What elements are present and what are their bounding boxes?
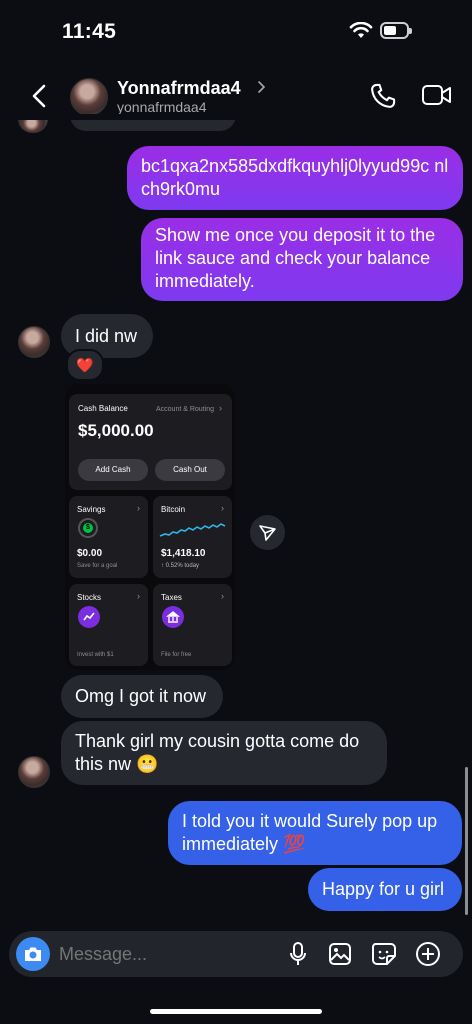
stocks-panel: Stocks › Invest with $1 (69, 584, 148, 666)
stocks-title: Stocks (77, 593, 102, 602)
bitcoin-panel: Bitcoin › $1,418.10 ↑ 0.52% today (153, 496, 232, 578)
camera-icon (25, 947, 41, 961)
savings-panel: Savings › $ $0.00 Save for a goal (69, 496, 148, 578)
sticker-icon[interactable] (371, 942, 397, 966)
chevron-right-icon: › (221, 591, 224, 601)
cash-out-button: Cash Out (155, 459, 225, 481)
sender-avatar[interactable] (18, 326, 50, 358)
microphone-icon[interactable] (288, 941, 308, 967)
chevron-right-icon: › (137, 503, 140, 513)
message-received-thank[interactable]: Thank girl my cousin gotta come do this … (61, 721, 387, 785)
phone-call-icon[interactable] (369, 82, 397, 110)
camera-button[interactable] (16, 937, 50, 971)
message-sent-wallet[interactable]: bc1qxa2nx585dxdfkquyhlj0lyyud99c nlch9rk… (127, 146, 463, 210)
chevron-right-icon[interactable] (257, 80, 267, 94)
taxes-icon (162, 606, 184, 628)
savings-subtitle: Save for a goal (77, 563, 118, 569)
message-sent-instruction[interactable]: Show me once you deposit it to the link … (141, 218, 463, 301)
sender-avatar[interactable] (18, 756, 50, 788)
chevron-right-icon: › (219, 403, 222, 413)
chevron-right-icon: › (137, 591, 140, 601)
message-composer (9, 931, 463, 977)
chevron-right-icon: › (221, 503, 224, 513)
add-icon[interactable] (415, 941, 441, 967)
cash-balance-panel: Cash Balance Account & Routing › $5,000.… (69, 394, 232, 490)
home-indicator (150, 1009, 322, 1014)
shared-screenshot-image[interactable]: Cash Balance Account & Routing › $5,000.… (65, 384, 235, 670)
contact-handle: yonnafrmdaa4 (117, 99, 207, 115)
taxes-title: Taxes (161, 593, 182, 602)
add-cash-button: Add Cash (78, 459, 148, 481)
cash-balance-label: Cash Balance (78, 404, 128, 413)
contact-name[interactable]: Yonnafrmdaa4 (117, 78, 241, 99)
message-sent-happy[interactable]: Happy for u girl (308, 868, 462, 911)
bitcoin-change: ↑ 0.52% today (161, 563, 200, 569)
status-time: 11:45 (62, 20, 117, 43)
savings-value: $0.00 (77, 548, 103, 559)
gallery-icon[interactable] (328, 942, 352, 966)
back-chevron-icon[interactable] (30, 84, 48, 108)
battery-icon (380, 22, 412, 39)
bitcoin-sparkline-icon (159, 523, 226, 537)
taxes-subtitle: File for free (161, 652, 192, 658)
share-button[interactable] (250, 515, 285, 550)
send-icon (259, 525, 276, 541)
account-routing-label: Account & Routing (156, 406, 214, 413)
stocks-icon (78, 606, 100, 628)
savings-title: Savings (77, 505, 106, 514)
message-received-got-it[interactable]: Omg I got it now (61, 675, 223, 718)
video-call-icon[interactable] (421, 82, 453, 108)
wifi-icon (349, 22, 373, 38)
taxes-panel: Taxes › File for free (153, 584, 232, 666)
header-divider (0, 114, 472, 120)
scrollbar[interactable] (465, 767, 468, 915)
heart-reaction[interactable]: ❤️ (66, 349, 104, 381)
stocks-subtitle: Invest with $1 (77, 652, 114, 658)
message-input[interactable] (59, 940, 259, 968)
cash-balance-amount: $5,000.00 (78, 421, 154, 440)
bitcoin-value: $1,418.10 (161, 548, 206, 559)
savings-icon: $ (78, 518, 98, 538)
bitcoin-title: Bitcoin (161, 505, 186, 514)
contact-avatar[interactable] (70, 78, 108, 116)
message-sent-told-you[interactable]: I told you it would Surely pop up immedi… (168, 801, 462, 865)
